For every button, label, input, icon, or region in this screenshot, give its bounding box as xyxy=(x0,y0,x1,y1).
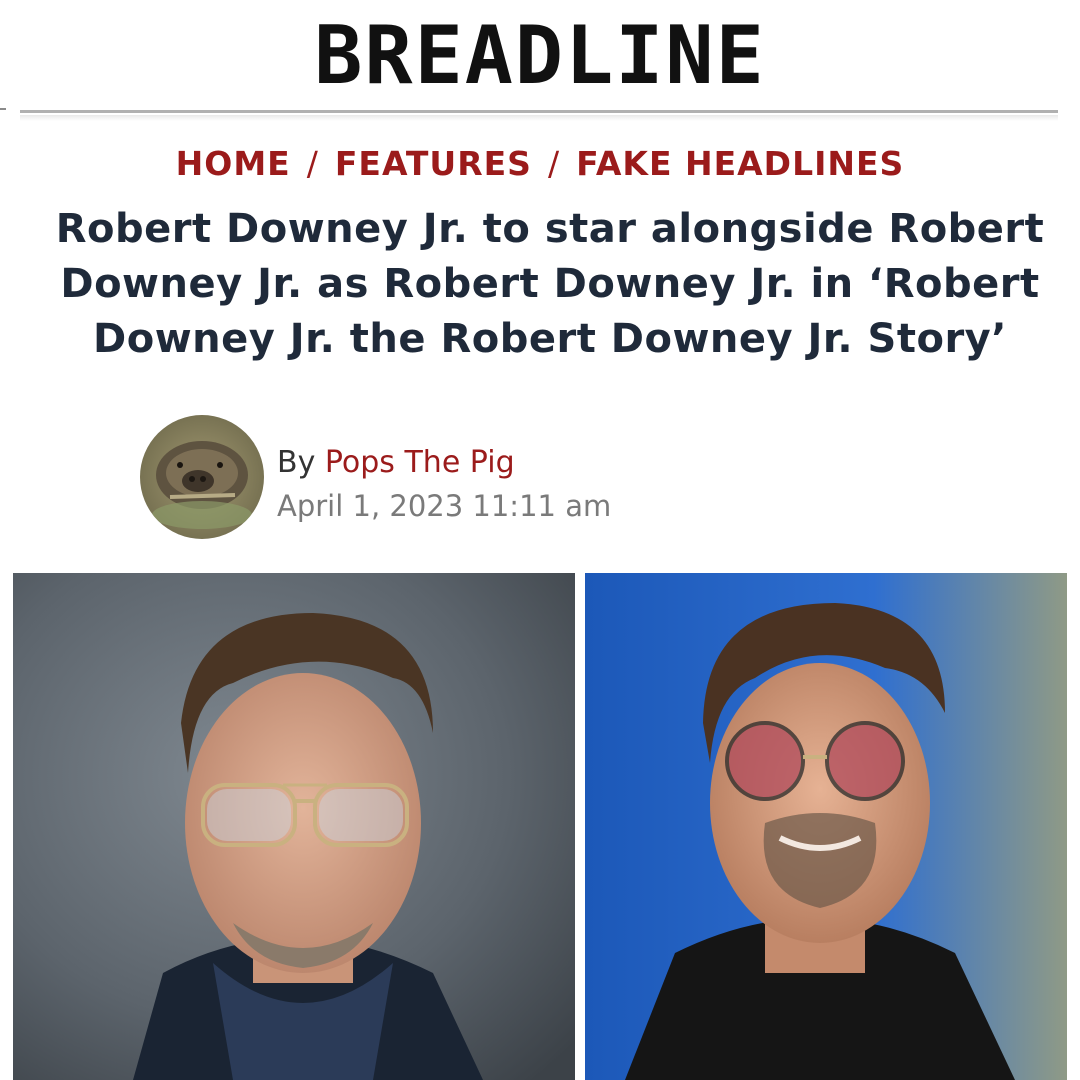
publish-date: April 1, 2023 11:11 am xyxy=(277,489,612,523)
breadcrumb-features[interactable]: FEATURES xyxy=(335,144,532,183)
author-link[interactable]: Pops The Pig xyxy=(325,445,515,480)
masthead: BREADLINE xyxy=(0,0,1080,110)
author-avatar[interactable] xyxy=(140,415,264,539)
byline-prefix: By xyxy=(277,445,316,480)
byline-text: By Pops The Pig xyxy=(277,445,515,480)
breadcrumb-separator: / xyxy=(306,144,319,183)
breadcrumb: HOME / FEATURES / FAKE HEADLINES xyxy=(0,144,1080,183)
masthead-divider xyxy=(20,110,1058,113)
divider-tick xyxy=(0,108,6,110)
site-logo[interactable]: BREADLINE xyxy=(0,8,1080,104)
article-photo-right xyxy=(585,573,1067,1080)
breadcrumb-fake-headlines[interactable]: FAKE HEADLINES xyxy=(576,144,904,183)
article-photo-left xyxy=(13,573,575,1080)
divider-shadow xyxy=(20,115,1058,121)
breadcrumb-home[interactable]: HOME xyxy=(176,144,291,183)
breadcrumb-separator: / xyxy=(547,144,561,183)
article-headline: Robert Downey Jr. to star alongside Robe… xyxy=(55,206,1045,362)
